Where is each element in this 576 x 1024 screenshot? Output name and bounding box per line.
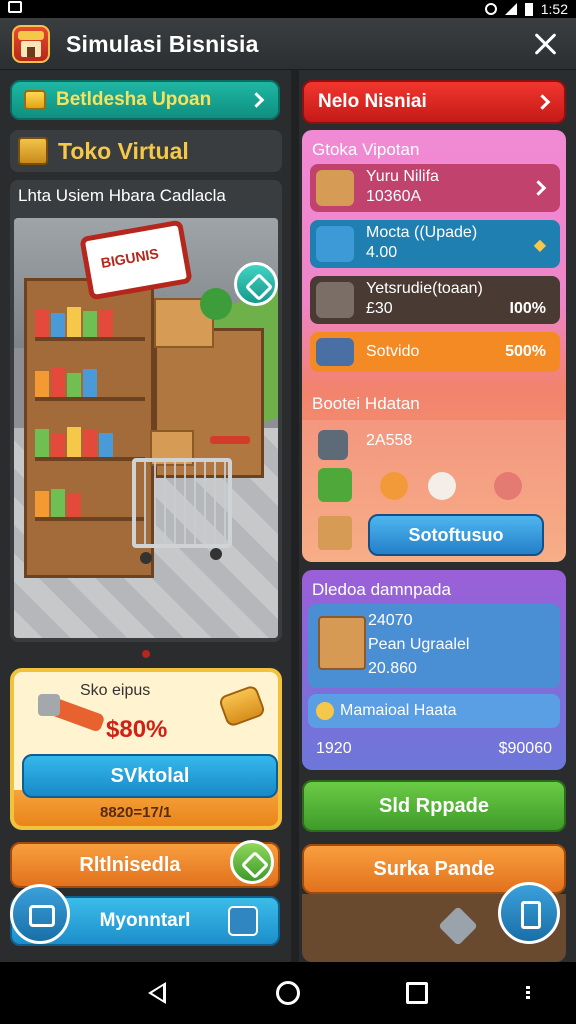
app-title: Simulasi Bisnisia xyxy=(66,31,259,57)
right-green-button-label: Sld Rppade xyxy=(378,794,489,817)
pink-sub-value: 2A558 xyxy=(366,432,413,449)
right-red-button-label: Nelo Nisniai xyxy=(318,91,427,112)
promo-button[interactable]: SVktolal xyxy=(22,754,278,798)
promo-subtext: 8820=17/1 xyxy=(100,804,172,821)
store-subtitle: Lhta Usiem Hbara Cadlacla xyxy=(18,186,226,205)
toko-title: Toko Virtual xyxy=(58,138,189,164)
gift-box-icon xyxy=(318,616,366,670)
cart-illustration xyxy=(132,458,232,548)
back-icon[interactable] xyxy=(148,982,166,1004)
bowl-icon xyxy=(316,226,354,262)
close-icon[interactable] xyxy=(530,28,562,60)
stat-row-value: 4.00 xyxy=(366,244,398,261)
cart-icon xyxy=(318,468,352,502)
right-red-button[interactable]: Nelo Nisniai xyxy=(302,80,566,124)
status-time: 1:52 xyxy=(540,1,568,17)
column-divider xyxy=(291,70,299,962)
purple-info-card[interactable]: 24070 Pean Ugraalel 20.860 xyxy=(308,604,560,688)
diamond-icon: ◆ xyxy=(533,237,546,254)
promo-card: Sko eipus $80% SVktolal 8820=17/1 xyxy=(10,668,282,830)
battery-icon xyxy=(524,2,533,16)
stat-row[interactable]: Yetsrudie(toaan) £30 I00% xyxy=(310,276,560,324)
toko-header: Toko Virtual xyxy=(10,130,282,172)
jar-icon xyxy=(494,472,522,500)
produce-box-icon xyxy=(316,170,354,206)
stat-row-percent: I00% xyxy=(509,300,546,317)
navigation-bar xyxy=(0,962,576,1024)
purple-row[interactable]: Mamaioal Haata xyxy=(308,694,560,728)
chevron-right-icon xyxy=(534,94,551,110)
alarm-icon xyxy=(484,3,497,15)
plant-illustration xyxy=(200,288,232,320)
stat-row[interactable]: Mocta ((Upade) 4.00 ◆ xyxy=(310,220,560,268)
coin-icon xyxy=(24,90,46,110)
stat-row-title: Yetsrudie(toaan) xyxy=(366,280,483,297)
status-bar: 1:52 xyxy=(0,0,576,18)
purple-val2: Pean Ugraalel xyxy=(368,636,470,653)
shop-logo-icon xyxy=(12,25,50,63)
stat-row-value: 10360A xyxy=(366,188,422,205)
top-left-button-label: Betldesha Upoan xyxy=(56,89,212,110)
stat-row-title: Mocta ((Upade) xyxy=(366,224,478,241)
machine-icon xyxy=(316,282,354,318)
package-icon xyxy=(318,516,352,550)
right-green-button[interactable]: Sld Rppade xyxy=(302,780,566,832)
chevron-right-icon xyxy=(248,92,265,108)
stat-row[interactable]: Yuru Nilifa 10360A xyxy=(310,164,560,212)
promo-value: $80% xyxy=(106,716,168,743)
purple-val1: 24070 xyxy=(368,612,413,629)
cup-icon xyxy=(428,472,456,500)
pink-panel-button[interactable]: Sotoftusuo xyxy=(368,514,544,556)
signal-icon xyxy=(504,3,517,15)
document-icon[interactable] xyxy=(228,906,258,936)
purple-row-label: Mamaioal Haata xyxy=(340,702,457,719)
edit-icon[interactable] xyxy=(234,262,278,306)
purple-val3: 20.860 xyxy=(368,660,417,677)
left-orange-button-label: Rltlnisedla xyxy=(79,853,181,876)
store-illustration[interactable]: BIGUNIS xyxy=(14,218,278,638)
top-left-button[interactable]: Betldesha Upoan xyxy=(10,80,280,120)
bread-icon xyxy=(217,684,267,728)
stat-row-percent: 500% xyxy=(505,343,546,360)
more-icon[interactable] xyxy=(526,986,530,1000)
stat-row-title: Yuru Nilifa xyxy=(366,168,439,185)
pink-panel: Gtoka Vipotan Yuru Nilifa 10360A Mocta (… xyxy=(302,130,566,562)
purple-right-number: $90060 xyxy=(498,740,552,757)
promo-label: Sko eipus xyxy=(80,682,151,699)
share-fab-icon[interactable] xyxy=(498,882,560,944)
status-icons: 1:52 xyxy=(484,0,568,18)
recent-apps-icon[interactable] xyxy=(406,982,428,1004)
left-blue-button-label: Myonntarl xyxy=(99,910,191,931)
purple-left-number: 1920 xyxy=(316,740,352,757)
store-sign-text: BIGUNIS xyxy=(99,245,160,272)
purple-panel-header: Dledoa damnpada xyxy=(312,580,451,599)
home-icon[interactable] xyxy=(276,981,300,1005)
app-bar: Simulasi Bisnisia xyxy=(0,18,576,70)
stat-row[interactable]: Sotvido 500% xyxy=(310,332,560,372)
purple-panel: Dledoa damnpada 24070 Pean Ugraalel 20.8… xyxy=(302,570,566,770)
page-indicator xyxy=(142,650,150,658)
cake-icon xyxy=(380,472,408,500)
scanner-icon xyxy=(318,430,348,460)
chat-fab-icon[interactable] xyxy=(10,884,70,944)
notification-icon xyxy=(8,1,22,13)
coin-icon xyxy=(316,702,334,720)
pink-sub-header: Bootei Hdatan xyxy=(312,394,420,413)
check-icon[interactable] xyxy=(230,840,274,884)
arrow-right-icon xyxy=(530,180,547,196)
right-orange-button-label: Surka Pande xyxy=(373,857,495,880)
store-panel: Lhta Usiem Hbara Cadlacla BIGUNIS xyxy=(10,180,282,642)
box-icon xyxy=(18,137,48,165)
register-icon xyxy=(316,338,354,366)
stat-row-title: Sotvido xyxy=(366,343,420,360)
pink-panel-header: Gtoka Vipotan xyxy=(312,140,420,159)
stat-row-value: £30 xyxy=(366,300,393,317)
main-content: Betldesha Upoan Toko Virtual Lhta Usiem … xyxy=(0,70,576,962)
